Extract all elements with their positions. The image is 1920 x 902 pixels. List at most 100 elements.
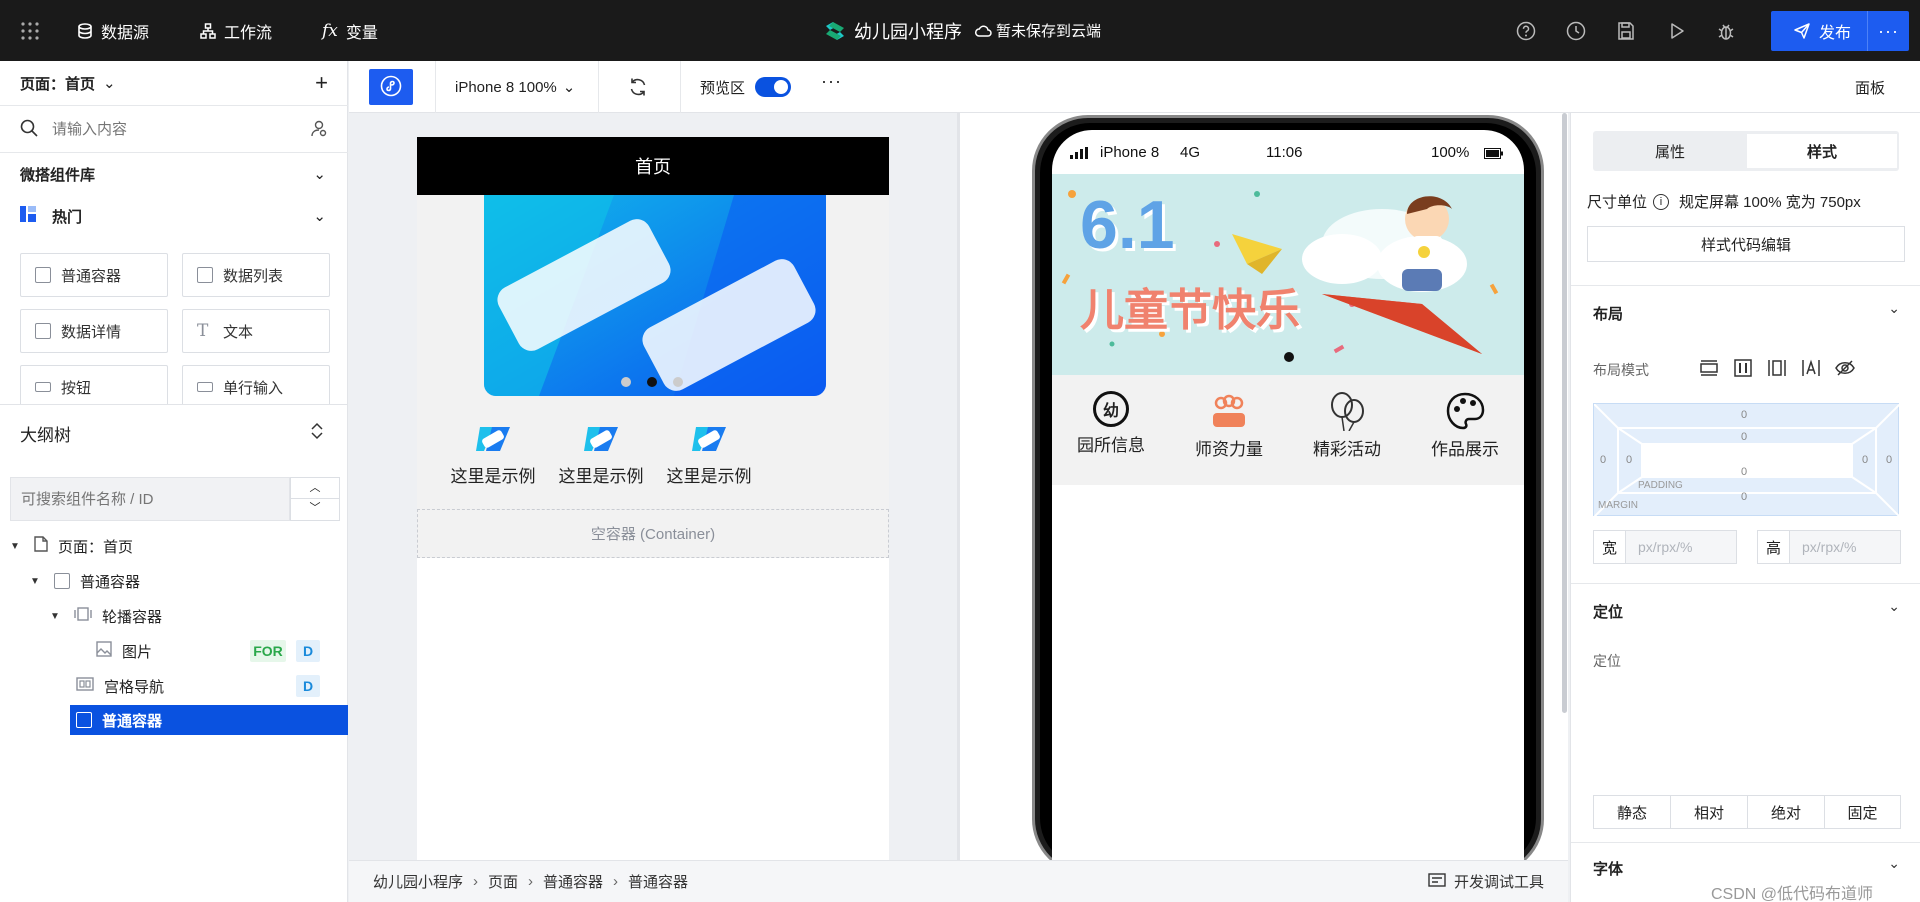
layout-inline-block-icon[interactable] <box>1767 359 1787 380</box>
grid-nav-item[interactable]: 精彩活动 <box>1288 375 1406 485</box>
tree-node-grid-nav[interactable]: 宫格导航 D <box>0 669 348 703</box>
menu-workflow[interactable]: 工作流 <box>200 0 272 61</box>
component-button[interactable]: 按钮 <box>20 365 168 404</box>
position-fixed-button[interactable]: 固定 <box>1824 795 1901 829</box>
menu-variable[interactable]: fx 变量 <box>322 0 378 61</box>
layout-block-icon[interactable] <box>1699 359 1719 380</box>
tree-node-swiper[interactable]: ▼ 轮播容器 <box>0 599 348 633</box>
component-datalist[interactable]: 数据列表 <box>182 253 330 297</box>
user-search-icon[interactable] <box>310 119 328 140</box>
empty-container[interactable]: 空容器 (Container) <box>417 509 889 558</box>
debug-icon[interactable] <box>1716 0 1736 61</box>
chevron-down-icon[interactable]: ⌄ <box>1888 598 1900 615</box>
chevron-up-icon[interactable]: ︿ <box>291 478 339 499</box>
grid-nav-item[interactable]: 这里是示例 <box>547 425 655 487</box>
tab-properties[interactable]: 属性 <box>1595 134 1745 168</box>
preview-scrollbar[interactable] <box>1562 113 1567 713</box>
breadcrumb-item[interactable]: 普通容器 <box>628 871 688 892</box>
page-selector[interactable]: 页面：首页 ⌄ + <box>0 61 348 105</box>
chevron-down-icon[interactable]: ⌄ <box>1888 855 1900 872</box>
hot-header[interactable]: 热门 ⌄ <box>0 195 348 237</box>
margin-bottom-value[interactable]: 0 <box>1741 491 1747 503</box>
refresh-icon[interactable] <box>628 77 648 100</box>
outline-stepper[interactable]: ︿ ﹀ <box>290 477 340 521</box>
component-search-input[interactable] <box>52 120 292 138</box>
tree-node-container[interactable]: ▼ 普通容器 <box>0 564 348 598</box>
publish-button[interactable]: 发布 ··· <box>1771 11 1909 51</box>
height-field[interactable]: 高 px/rpx/% <box>1757 530 1901 564</box>
width-field[interactable]: 宽 px/rpx/% <box>1593 530 1737 564</box>
breadcrumb-item[interactable]: 普通容器 <box>543 871 603 892</box>
position-relative-button[interactable]: 相对 <box>1670 795 1748 829</box>
swiper-indicator[interactable] <box>621 376 685 388</box>
layout-section-title[interactable]: 布局 <box>1593 303 1623 324</box>
component-text[interactable]: T 文本 <box>182 309 330 353</box>
position-static-button[interactable]: 静态 <box>1593 795 1671 829</box>
chevron-down-icon[interactable]: ⌄ <box>1888 300 1900 317</box>
padding-left-value[interactable]: 0 <box>1626 454 1632 466</box>
grid-nav-item[interactable]: 师资力量 <box>1170 375 1288 485</box>
padding-right-value[interactable]: 0 <box>1862 454 1868 466</box>
phone-screen[interactable]: iPhone 8 4G 11:06 100% 6.1 儿童节快乐 幼 园所信息 <box>1052 130 1524 860</box>
breadcrumb-item[interactable]: 页面 <box>488 871 518 892</box>
toggle-switch[interactable] <box>755 77 792 97</box>
publish-more-icon[interactable]: ··· <box>1868 21 1909 42</box>
padding-bottom-value[interactable]: 0 <box>1741 466 1747 478</box>
style-code-edit-button[interactable]: 样式代码编辑 <box>1587 226 1905 262</box>
help-icon[interactable] <box>1516 0 1536 61</box>
margin-top-value[interactable]: 0 <box>1741 409 1747 421</box>
add-page-icon[interactable]: + <box>315 70 328 96</box>
component-container[interactable]: 普通容器 <box>20 253 168 297</box>
tree-node-page[interactable]: ▼ 页面：首页 <box>0 529 348 563</box>
layout-inline-icon[interactable] <box>1801 359 1821 380</box>
miniprogram-mode-button[interactable] <box>369 69 413 105</box>
position-section-title[interactable]: 定位 <box>1593 601 1623 622</box>
datalist-icon <box>197 267 213 283</box>
grid-nav-item[interactable]: 幼 园所信息 <box>1052 375 1170 485</box>
component-datadetail[interactable]: 数据详情 <box>20 309 168 353</box>
more-icon[interactable]: ··· <box>821 71 842 92</box>
run-icon[interactable] <box>1666 0 1686 61</box>
grid-nav-item[interactable]: 作品展示 <box>1406 375 1524 485</box>
outline-search[interactable] <box>10 477 290 521</box>
preview-toggle[interactable]: 预览区 <box>700 61 792 113</box>
margin-left-value[interactable]: 0 <box>1600 454 1606 466</box>
chevron-down-icon[interactable]: ﹀ <box>291 499 339 520</box>
layout-hidden-icon[interactable] <box>1835 359 1855 380</box>
box-model-margin[interactable]: 0 0 0 0 0 0 0 0 PADDING MARGIN <box>1593 403 1900 517</box>
panel-toggle[interactable]: 面板 <box>1855 61 1885 113</box>
breadcrumb-item[interactable]: 幼儿园小程序 <box>373 871 463 892</box>
position-absolute-button[interactable]: 绝对 <box>1747 795 1825 829</box>
component-input[interactable]: 单行输入 <box>182 365 330 404</box>
component-search[interactable] <box>0 106 348 152</box>
outline-header[interactable]: 大纲树 <box>0 405 348 461</box>
save-icon[interactable] <box>1616 0 1636 61</box>
devtools-button[interactable]: 开发调试工具 <box>1428 871 1544 892</box>
outline-search-input[interactable] <box>21 490 281 508</box>
device-selector[interactable]: iPhone 8 100% ⌄ <box>455 61 575 113</box>
info-icon[interactable]: i <box>1653 193 1670 210</box>
device-label: iPhone 8 100% <box>455 78 557 96</box>
library-header[interactable]: 微搭组件库 ⌄ <box>0 153 348 195</box>
font-section-title[interactable]: 字体 <box>1593 858 1623 879</box>
banner-indicator[interactable] <box>1284 352 1294 362</box>
swiper-image[interactable] <box>484 195 826 396</box>
grid-nav-item[interactable]: 这里是示例 <box>655 425 763 487</box>
layout-flex-row-icon[interactable] <box>1733 359 1753 380</box>
outline-title: 大纲树 <box>20 425 71 445</box>
margin-right-value[interactable]: 0 <box>1886 454 1892 466</box>
tree-node-container-selected[interactable]: 普通容器 <box>70 705 348 735</box>
tree-node-image[interactable]: 图片 FOR D <box>0 634 348 668</box>
page-icon <box>34 536 48 556</box>
tab-style[interactable]: 样式 <box>1747 134 1897 168</box>
chevron-down-icon: ⌄ <box>313 166 326 183</box>
menu-datasource[interactable]: 数据源 <box>77 0 149 61</box>
datasource-badge: D <box>296 675 320 697</box>
padding-top-value[interactable]: 0 <box>1741 431 1747 443</box>
grid-nav-item[interactable]: 这里是示例 <box>439 425 547 487</box>
editor-page[interactable]: 首页 这里是示例 这里是示例 这里是示例 空容器 (Container) <box>417 137 889 860</box>
collapse-icon[interactable] <box>310 422 324 445</box>
banner-image[interactable]: 6.1 儿童节快乐 <box>1052 174 1524 375</box>
history-icon[interactable] <box>1566 0 1586 61</box>
apps-grid-icon[interactable] <box>20 0 40 61</box>
